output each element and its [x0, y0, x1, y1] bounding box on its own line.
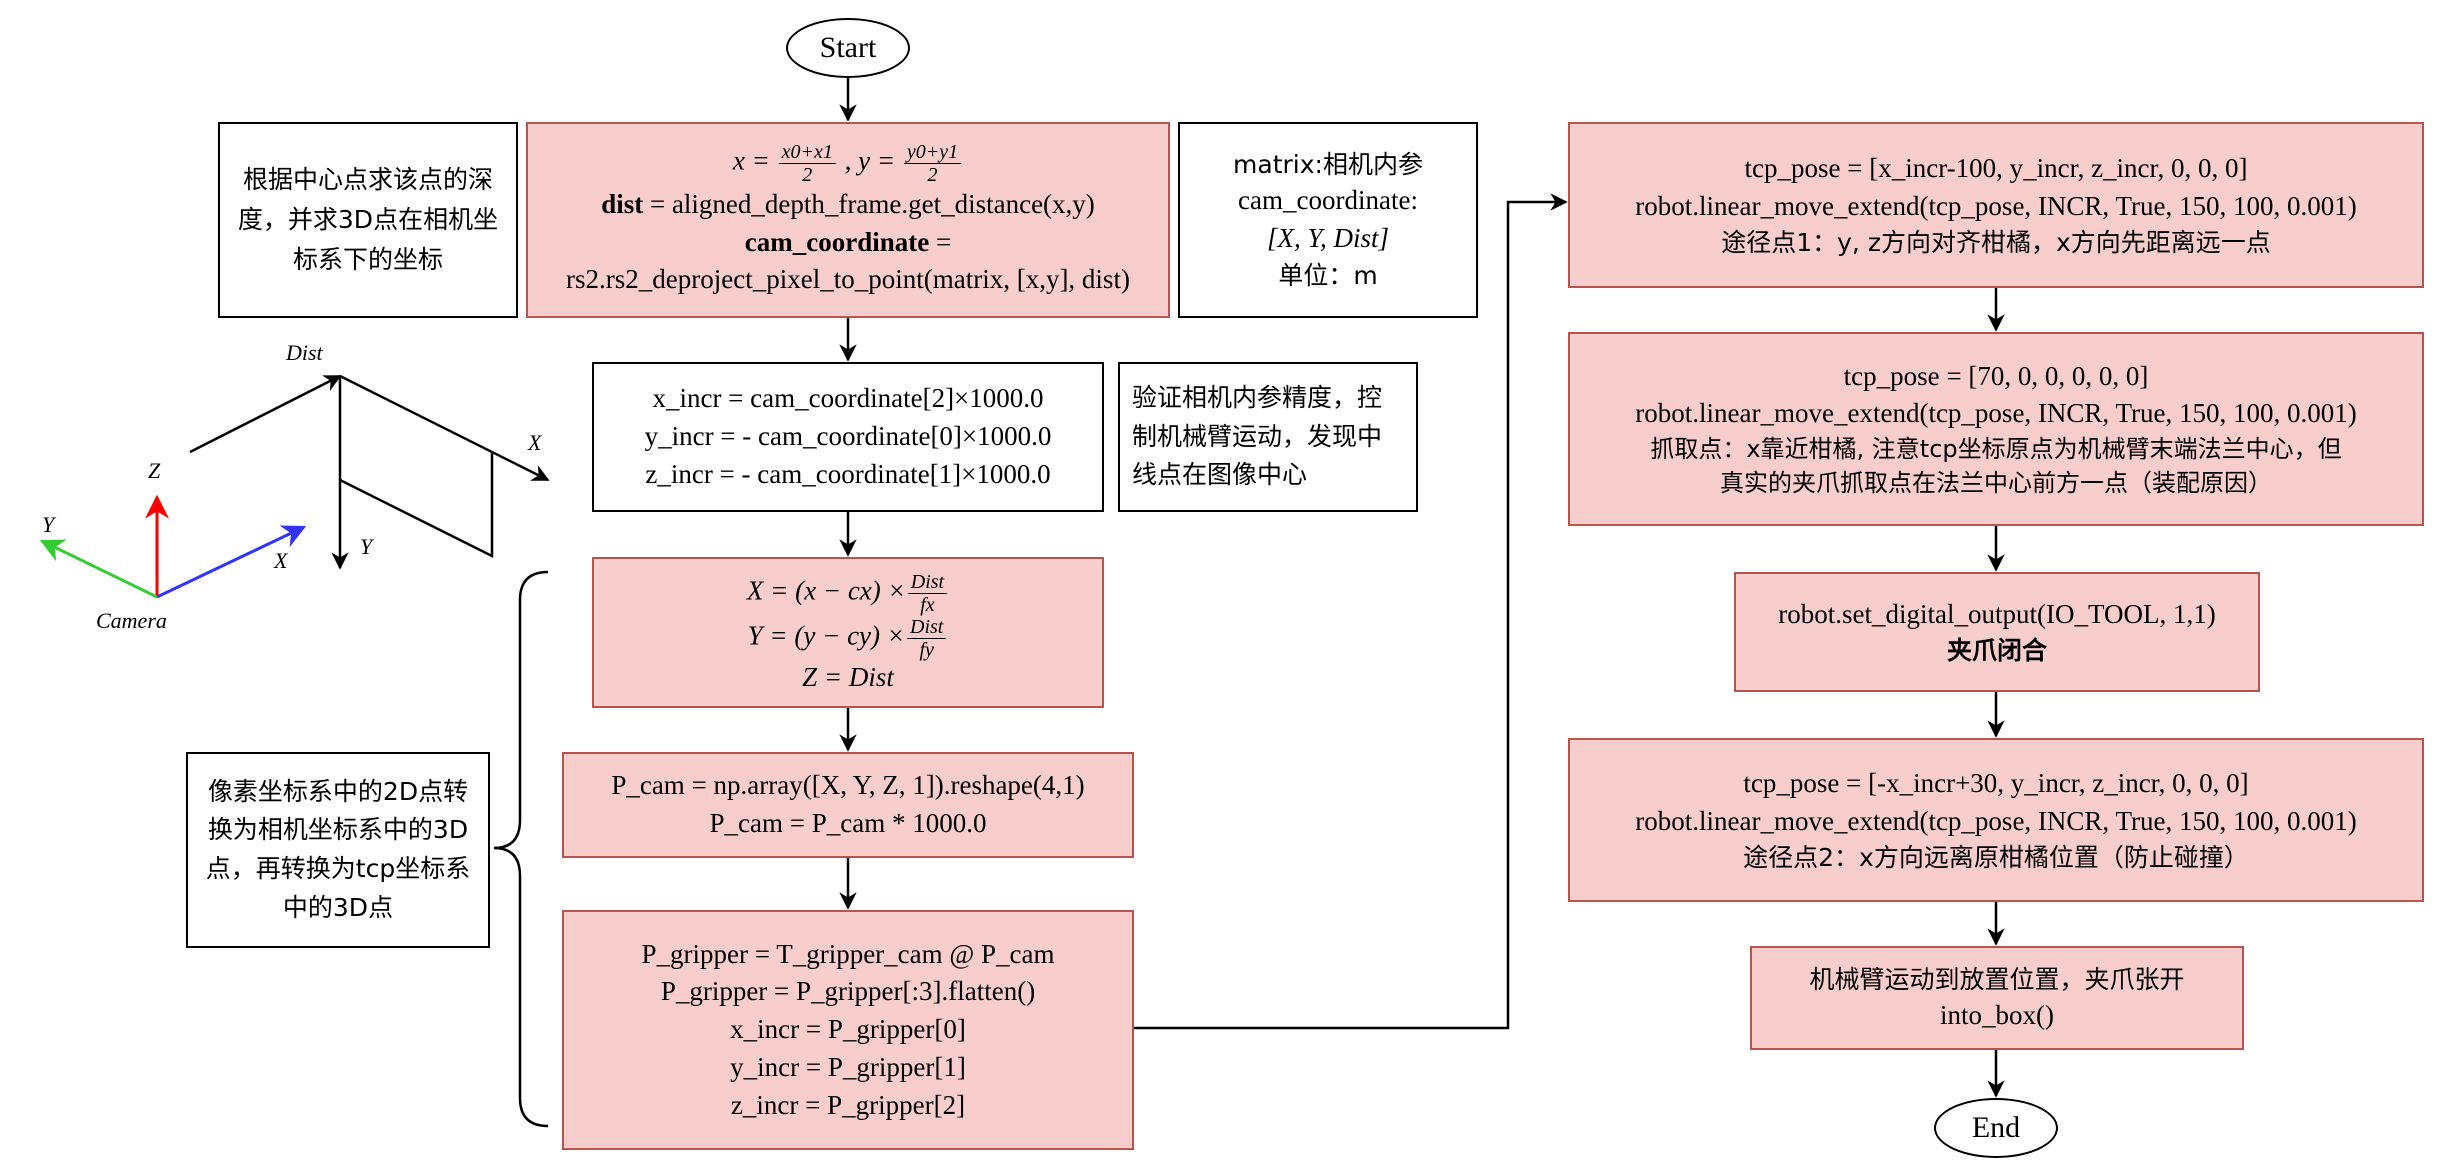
pixel-note-text: 像素坐标系中的2D点转换为相机坐标系中的3D点，再转换为tcp坐标系中的3D点 — [205, 776, 471, 922]
tcp-grasp-box: tcp_pose = [70, 0, 0, 0, 0, 0] robot.lin… — [1568, 332, 2424, 526]
formula-x: X = (x − cx) × Dist fx — [747, 571, 949, 616]
incr-l3: z_incr = - cam_coordinate[1]×1000.0 — [645, 458, 1051, 489]
tcp1-l2: robot.linear_move_extend(tcp_pose, INCR,… — [1635, 190, 2357, 221]
incr-l2: y_incr = - cam_coordinate[0]×1000.0 — [644, 421, 1052, 452]
tcp3-l3: 途径点2：x方向远离原柑橘位置（防止碰撞） — [1743, 843, 2249, 873]
tcp-waypoint2-box: tcp_pose = [-x_incr+30, y_incr, z_incr, … — [1568, 738, 2424, 902]
pcam-l1: P_cam = np.array([X, Y, Z, 1]).reshape(4… — [611, 770, 1085, 801]
matrix-note-l1: matrix:相机内参 — [1233, 150, 1423, 180]
tcp3-l1: tcp_pose = [-x_incr+30, y_incr, z_incr, … — [1743, 767, 2249, 798]
incr-box: x_incr = cam_coordinate[2]×1000.0 y_incr… — [592, 362, 1104, 512]
img-x-axis-label: X — [528, 430, 542, 455]
projection-formula-box: X = (x − cx) × Dist fx Y = (y − cy) × Dist f… — [592, 557, 1104, 708]
gripper-l5: z_incr = P_gripper[2] — [730, 1089, 966, 1120]
pcam-box: P_cam = np.array([X, Y, Z, 1]).reshape(4… — [562, 752, 1134, 858]
formula-y: Y = (y − cy) × Dist fy — [748, 616, 949, 661]
deproject-line: rs2.rs2_deproject_pixel_to_point(matrix,… — [566, 264, 1130, 295]
verify-note: 验证相机内参精度，控制机械臂运动，发现中线点在图像中心 — [1118, 362, 1418, 512]
tcp2-l2: robot.linear_move_extend(tcp_pose, INCR,… — [1635, 398, 2357, 429]
io-l1: robot.set_digital_output(IO_TOOL, 1,1) — [1778, 598, 2216, 629]
center-depth-box: x = x0+x1 2 , y = y0+y1 2 dist = aligned_d… — [526, 122, 1170, 318]
place-l2: into_box() — [1940, 999, 2054, 1030]
img-y-axis-label: Y — [360, 534, 373, 559]
camera-y-label: Y — [42, 512, 55, 537]
camera-x-label: X — [274, 548, 288, 573]
tcp2-l1: tcp_pose = [70, 0, 0, 0, 0, 0] — [1843, 360, 2149, 391]
gripper-box: P_gripper = T_gripper_cam @ P_cam P_grip… — [562, 910, 1134, 1150]
start-label: Start — [819, 31, 877, 64]
place-l1: 机械臂运动到放置位置，夹爪张开 — [1809, 964, 2185, 994]
dist-axis-label: Dist — [286, 340, 323, 365]
formula-z: Z = Dist — [802, 661, 894, 692]
matrix-note-l2: cam_coordinate: — [1238, 185, 1418, 216]
camera-y-axis — [39, 539, 158, 599]
matrix-note: matrix:相机内参 cam_coordinate: [X, Y, Dist]… — [1178, 122, 1478, 318]
gripper-l1: P_gripper = T_gripper_cam @ P_cam — [641, 938, 1055, 969]
camera-label: Camera — [96, 608, 167, 633]
tcp1-l1: tcp_pose = [x_incr-100, y_incr, z_incr, … — [1744, 152, 2248, 183]
tcp1-l3: 途径点1：y, z方向对齐柑橘，x方向先距离远一点 — [1721, 228, 2271, 258]
center-point-formula: x = x0+x1 2 , y = y0+y1 2 — [733, 141, 963, 186]
img-x-axis — [339, 374, 550, 482]
cam-coordinate-line: cam_coordinate = — [744, 226, 952, 257]
io-l2: 夹爪闭合 — [1946, 636, 2047, 666]
tcp-waypoint1-box: tcp_pose = [x_incr-100, y_incr, z_incr, … — [1568, 122, 2424, 288]
brace — [493, 570, 549, 1128]
incr-l1: x_incr = cam_coordinate[2]×1000.0 — [652, 383, 1044, 414]
dist-line: dist = aligned_depth_frame.get_distance(… — [601, 188, 1095, 219]
gripper-l3: x_incr = P_gripper[0] — [730, 1014, 966, 1045]
gripper-l4: y_incr = P_gripper[1] — [730, 1051, 966, 1082]
camera-z-label: Z — [148, 458, 161, 483]
tcp3-l2: robot.linear_move_extend(tcp_pose, INCR,… — [1635, 805, 2357, 836]
verify-note-text: 验证相机内参精度，控制机械臂运动，发现中线点在图像中心 — [1132, 382, 1383, 490]
depth-note: 根据中心点求该点的深度，并求3D点在相机坐标系下的坐标 — [218, 122, 518, 318]
end-label: End — [1971, 1111, 2021, 1144]
tcp2-l4: 真实的夹爪抓取点在法兰中心前方一点（装配原因） — [1720, 468, 2272, 497]
edge-gripper-tcp1 — [1134, 193, 1568, 1030]
start-node: Start — [786, 18, 910, 78]
tcp2-l3: 抓取点：x靠近柑橘, 注意tcp坐标原点为机械臂末端法兰中心，但 — [1650, 435, 2342, 464]
matrix-note-l4: 单位：m — [1278, 260, 1378, 290]
matrix-note-l3: [X, Y, Dist] — [1266, 223, 1390, 253]
end-node: End — [1934, 1098, 2058, 1158]
gripper-l2: P_gripper = P_gripper[:3].flatten() — [660, 976, 1036, 1007]
place-box: 机械臂运动到放置位置，夹爪张开 into_box() — [1750, 946, 2244, 1050]
gripper-close-box: robot.set_digital_output(IO_TOOL, 1,1) 夹… — [1734, 572, 2260, 692]
pixel-note: 像素坐标系中的2D点转换为相机坐标系中的3D点，再转换为tcp坐标系中的3D点 — [186, 752, 490, 948]
pcam-l2: P_cam = P_cam * 1000.0 — [709, 808, 987, 838]
depth-note-text: 根据中心点求该点的深度，并求3D点在相机坐标系下的坐标 — [237, 165, 499, 274]
dist-axis — [189, 374, 342, 454]
